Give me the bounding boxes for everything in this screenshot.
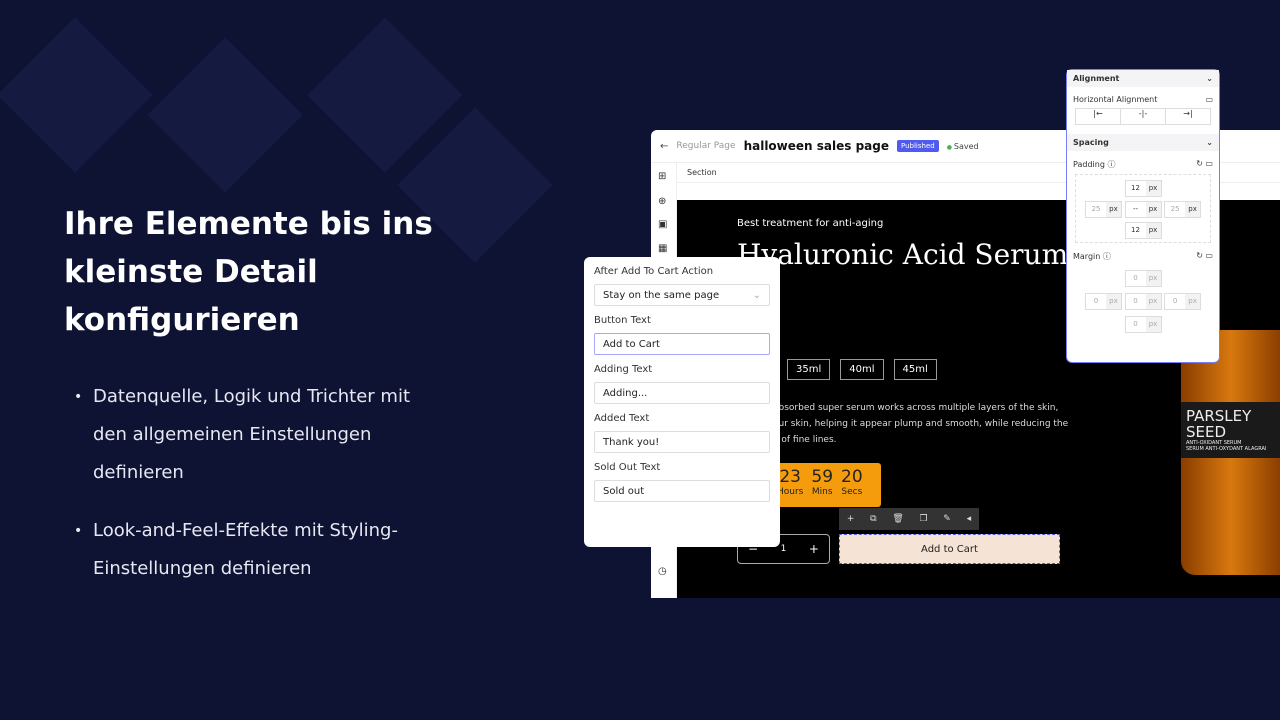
select-value: Stay on the same page xyxy=(603,289,720,301)
size-option[interactable]: 40ml xyxy=(840,359,884,380)
hours-value: 23 xyxy=(779,467,801,487)
field-label: Padding xyxy=(1073,160,1105,169)
feature-item: Datenquelle, Logik und Trichter mit den … xyxy=(74,378,444,492)
help-icon: ⓘ xyxy=(1107,160,1116,169)
bottle-label-text: PARSLEY SEED xyxy=(1186,407,1252,441)
hours-label: Hours xyxy=(777,487,804,497)
element-toolbar: + ⧉ 🗑 ❐ ✎ ◂ xyxy=(839,508,979,530)
button-text-input[interactable]: Add to Cart xyxy=(594,333,770,355)
section-title: Spacing xyxy=(1073,138,1109,147)
sold-out-text-input[interactable]: Sold out xyxy=(594,480,770,502)
field-label: After Add To Cart Action xyxy=(594,266,714,277)
bottle-sub: SERUM ANTI-OXYDANT ALAGRAI xyxy=(1186,446,1267,452)
margin-center: 0 px xyxy=(1124,293,1162,310)
style-panel: Alignment ⌄ Horizontal Alignment ▭ |← -|- … xyxy=(1066,69,1220,363)
chevron-down-icon: ⌄ xyxy=(752,289,761,301)
margin-editor: 0 px 0 px 0 px 0 px 0 px xyxy=(1075,266,1211,335)
feature-item: Look-and-Feel-Effekte mit Styling-Einste… xyxy=(74,512,444,588)
feature-list: Datenquelle, Logik und Trichter mit den … xyxy=(74,378,444,608)
status-badge: Published xyxy=(897,140,939,152)
section-title: Alignment xyxy=(1073,74,1120,83)
style-icon[interactable]: ✎ xyxy=(943,514,951,524)
added-text-input[interactable]: Thank you! xyxy=(594,431,770,453)
grid-icon[interactable]: ▦ xyxy=(658,243,667,254)
product-subtitle: Best treatment for anti-aging xyxy=(737,218,884,229)
quantity-value: 1 xyxy=(780,544,787,554)
layers-icon[interactable]: ⊞ xyxy=(658,171,666,182)
margin-left[interactable]: 0 px xyxy=(1084,293,1122,310)
desktop-icon[interactable]: ▭ xyxy=(1205,95,1213,104)
field-label: Margin xyxy=(1073,252,1101,261)
size-option[interactable]: 45ml xyxy=(893,359,937,380)
secs-label: Secs xyxy=(841,487,863,497)
bg-pattern xyxy=(147,37,303,193)
shop-icon[interactable]: ▣ xyxy=(658,219,667,230)
add-icon[interactable]: ⊕ xyxy=(658,196,666,207)
mins-value: 59 xyxy=(811,467,834,487)
after-action-select[interactable]: Stay on the same page ⌄ xyxy=(594,284,770,306)
bg-pattern xyxy=(0,17,153,173)
add-icon[interactable]: + xyxy=(847,514,855,524)
adding-text-input[interactable]: Adding... xyxy=(594,382,770,404)
hero-heading: Ihre Elemente bis ins kleinste Detail ko… xyxy=(64,206,433,338)
reset-icon[interactable]: ↻ ▭ xyxy=(1196,159,1213,170)
description-line: absorbed super serum works across multip… xyxy=(773,403,1059,413)
help-icon: ⓘ xyxy=(1102,252,1111,261)
duplicate-icon[interactable]: ⧉ xyxy=(870,514,876,524)
align-right-icon[interactable]: →| xyxy=(1166,109,1210,124)
back-arrow-icon[interactable]: ← xyxy=(660,141,668,152)
secs-value: 20 xyxy=(841,467,863,487)
product-image: PARSLEY SEED ANTI-OXIDANT SERUM SERUM AN… xyxy=(1181,330,1280,575)
padding-right[interactable]: 25 px xyxy=(1164,201,1202,218)
align-center-icon[interactable]: -|- xyxy=(1121,109,1166,124)
margin-top[interactable]: 0 px xyxy=(1124,270,1162,287)
margin-right[interactable]: 0 px xyxy=(1164,293,1202,310)
padding-top[interactable]: 12 px xyxy=(1124,180,1162,197)
add-to-cart-button[interactable]: Add to Cart xyxy=(839,534,1060,564)
delete-icon[interactable]: 🗑 xyxy=(892,514,903,524)
collapse-icon[interactable]: ◂ xyxy=(967,514,972,524)
chevron-down-icon: ⌄ xyxy=(1206,74,1213,83)
align-left-icon[interactable]: |← xyxy=(1076,109,1121,124)
padding-editor: 12 px 25 px -- px 25 px 12 px xyxy=(1075,174,1211,243)
alignment-header[interactable]: Alignment ⌄ xyxy=(1067,70,1219,87)
description-line: our skin, helping it appear plump and sm… xyxy=(773,419,1069,429)
padding-left[interactable]: 25 px xyxy=(1084,201,1122,218)
size-option[interactable]: 35ml xyxy=(787,359,831,380)
field-label: Horizontal Alignment xyxy=(1073,95,1158,104)
field-label: Button Text xyxy=(594,315,651,326)
description-line: e of fine lines. xyxy=(773,435,837,445)
margin-bottom[interactable]: 0 px xyxy=(1124,316,1162,333)
mins-label: Mins xyxy=(811,487,833,497)
padding-center: -- px xyxy=(1124,201,1162,218)
back-link[interactable]: Regular Page xyxy=(676,141,735,151)
padding-bottom[interactable]: 12 px xyxy=(1124,222,1162,239)
field-label: Adding Text xyxy=(594,364,653,375)
history-icon[interactable]: ◷ xyxy=(658,566,667,577)
plus-icon[interactable]: + xyxy=(809,542,819,556)
save-status: Saved xyxy=(947,142,979,151)
product-description: absorbed super serum works across multip… xyxy=(773,400,1068,448)
cart-settings-panel: After Add To Cart Action Stay on the sam… xyxy=(584,257,780,547)
page-title: halloween sales page xyxy=(743,139,889,153)
chevron-down-icon: ⌄ xyxy=(1206,138,1213,147)
field-label: Added Text xyxy=(594,413,650,424)
spacing-header[interactable]: Spacing ⌄ xyxy=(1067,134,1219,151)
copy-icon[interactable]: ❐ xyxy=(919,514,927,524)
product-title: Hyaluronic Acid Serum xyxy=(737,238,1069,271)
bottle-label: PARSLEY SEED ANTI-OXIDANT SERUM SERUM AN… xyxy=(1181,402,1280,458)
reset-icon[interactable]: ↻ ▭ xyxy=(1196,251,1213,262)
field-label: Sold Out Text xyxy=(594,462,661,473)
